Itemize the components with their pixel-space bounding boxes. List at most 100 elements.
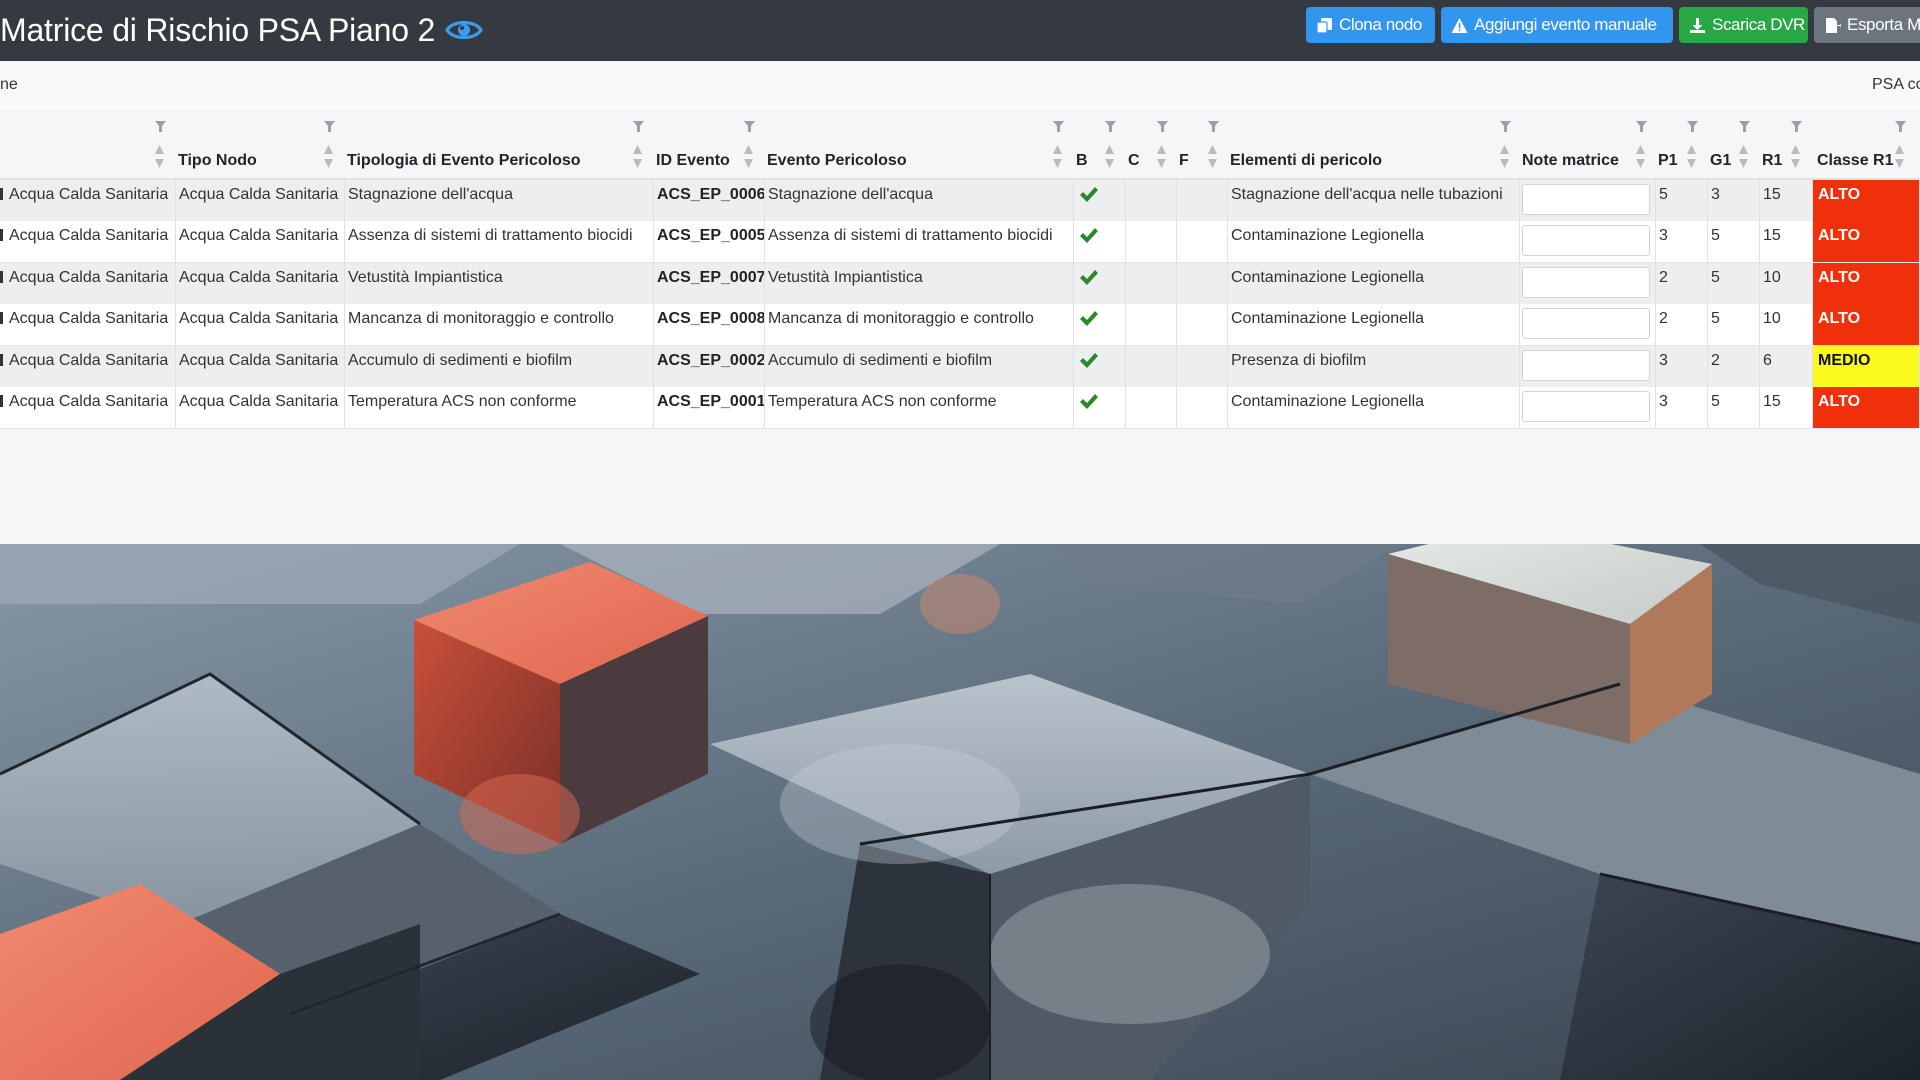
col-p1[interactable]: P1 bbox=[1656, 109, 1708, 178]
cell-f bbox=[1177, 221, 1228, 263]
cell-tipo-nodo: Acqua Calda Sanitaria bbox=[176, 345, 345, 387]
col-c[interactable]: C bbox=[1126, 109, 1177, 178]
note-matrice-input[interactable] bbox=[1522, 184, 1650, 215]
col-tipologia-evento[interactable]: Tipologia di Evento Pericoloso bbox=[345, 109, 654, 178]
cell-note-matrice bbox=[1520, 345, 1656, 387]
cell-text: Acqua Calda Sanitaria bbox=[9, 310, 169, 328]
check-icon bbox=[1080, 394, 1098, 409]
table-row[interactable]: Acqua Calda Sanitaria Acqua Calda Sanitar… bbox=[0, 387, 1920, 429]
filter-icon[interactable] bbox=[1208, 121, 1219, 133]
sort-icon[interactable] bbox=[1738, 143, 1749, 171]
sort-icon[interactable] bbox=[1207, 143, 1218, 171]
filter-icon[interactable] bbox=[155, 121, 166, 133]
risk-matrix-table: Tipo Nodo Tipologia di Evento Pericoloso I… bbox=[0, 109, 1920, 544]
filter-icon[interactable] bbox=[1636, 121, 1647, 133]
sort-icon[interactable] bbox=[632, 143, 643, 171]
cell-id: ACS_EP_0005 bbox=[654, 221, 765, 263]
table-row[interactable]: Acqua Calda Sanitaria Acqua Calda Sanitar… bbox=[0, 221, 1920, 264]
filter-icon[interactable] bbox=[1687, 121, 1698, 133]
sort-icon[interactable] bbox=[154, 143, 165, 171]
filter-icon[interactable] bbox=[744, 121, 755, 133]
row-marker bbox=[0, 395, 3, 407]
filter-icon[interactable] bbox=[1739, 121, 1750, 133]
toolbar-actions: Clona nodo Aggiungi evento manuale Scari… bbox=[1306, 7, 1920, 43]
filter-icon[interactable] bbox=[633, 121, 644, 133]
col-classe-r1[interactable]: Classe R1 bbox=[1813, 109, 1920, 178]
check-icon bbox=[1080, 352, 1098, 368]
col-f[interactable]: F bbox=[1177, 109, 1228, 178]
sort-icon[interactable] bbox=[1499, 143, 1510, 171]
add-manual-event-button[interactable]: Aggiungi evento manuale bbox=[1441, 7, 1673, 43]
sub-header: ne PSA co bbox=[0, 61, 1920, 109]
cell-tipologia: Temperatura ACS non conforme bbox=[345, 387, 654, 428]
cell-note-matrice bbox=[1520, 304, 1656, 346]
cell-c bbox=[1126, 221, 1177, 263]
export-button[interactable]: Esporta M bbox=[1814, 7, 1920, 43]
filter-icon[interactable] bbox=[1157, 121, 1168, 133]
cell-tipo-nodo: Acqua Calda Sanitaria bbox=[176, 180, 345, 221]
sort-icon[interactable] bbox=[323, 143, 334, 171]
col-id-evento[interactable]: ID Evento bbox=[654, 109, 765, 178]
note-matrice-input[interactable] bbox=[1522, 391, 1650, 422]
eye-icon[interactable] bbox=[445, 17, 483, 43]
cell-elementi: Presenza di biofilm bbox=[1228, 345, 1520, 387]
cell-b bbox=[1074, 262, 1126, 304]
column-header-label: Evento Pericoloso bbox=[767, 152, 907, 169]
sort-icon[interactable] bbox=[1686, 143, 1697, 171]
cell-p1: 3 bbox=[1656, 387, 1708, 428]
filter-icon[interactable] bbox=[1791, 121, 1802, 133]
cell-b bbox=[1074, 304, 1126, 346]
note-matrice-input[interactable] bbox=[1522, 349, 1650, 381]
filter-icon[interactable] bbox=[1053, 121, 1064, 133]
cell-r1: 15 bbox=[1760, 180, 1813, 221]
sort-icon[interactable] bbox=[1156, 143, 1167, 171]
risk-class-badge: ALTO bbox=[1813, 180, 1920, 221]
cell-r1: 10 bbox=[1760, 304, 1813, 346]
column-header-label: Classe R1 bbox=[1817, 152, 1894, 169]
col-r1[interactable]: R1 bbox=[1760, 109, 1813, 178]
sort-icon[interactable] bbox=[1052, 143, 1063, 171]
sort-icon[interactable] bbox=[743, 143, 754, 171]
row-marker bbox=[0, 353, 3, 366]
filter-icon[interactable] bbox=[1105, 121, 1116, 133]
cell-elementi: Stagnazione dell'acqua nelle tubazioni bbox=[1228, 180, 1520, 221]
download-dvr-button[interactable]: Scarica DVR bbox=[1679, 7, 1808, 43]
cell-p1: 5 bbox=[1656, 180, 1708, 221]
sort-icon[interactable] bbox=[1104, 143, 1115, 171]
filter-icon[interactable] bbox=[324, 121, 335, 133]
cell-elementi: Contaminazione Legionella bbox=[1228, 387, 1520, 428]
col-note-matrice[interactable]: Note matrice bbox=[1520, 109, 1656, 178]
filter-icon[interactable] bbox=[1500, 121, 1511, 133]
col-b[interactable]: B bbox=[1074, 109, 1126, 178]
col-nodo[interactable] bbox=[0, 109, 176, 178]
note-matrice-input[interactable] bbox=[1522, 266, 1650, 298]
note-matrice-input[interactable] bbox=[1522, 225, 1650, 257]
note-matrice-input[interactable] bbox=[1522, 308, 1650, 340]
cell-b bbox=[1074, 221, 1126, 263]
risk-class-badge: ALTO bbox=[1813, 387, 1920, 428]
column-header-label: Tipo Nodo bbox=[178, 152, 257, 169]
column-header-label: R1 bbox=[1762, 152, 1783, 169]
col-g1[interactable]: G1 bbox=[1708, 109, 1760, 178]
table-row[interactable]: Acqua Calda Sanitaria Acqua Calda Sanitar… bbox=[0, 262, 1920, 305]
clone-node-button[interactable]: Clona nodo bbox=[1306, 7, 1435, 43]
page-title: Matrice di Rischio PSA Piano 2 bbox=[0, 8, 483, 52]
cell-c bbox=[1126, 304, 1177, 346]
col-evento-pericoloso[interactable]: Evento Pericoloso bbox=[765, 109, 1074, 178]
check-icon bbox=[1080, 311, 1098, 327]
table-row[interactable]: Acqua Calda Sanitaria Acqua Calda Sanitar… bbox=[0, 180, 1920, 222]
sort-icon[interactable] bbox=[1894, 143, 1905, 171]
risk-class-badge: ALTO bbox=[1813, 304, 1920, 346]
column-header-label: F bbox=[1179, 152, 1189, 169]
col-elementi-pericolo[interactable]: Elementi di pericolo bbox=[1228, 109, 1520, 178]
col-tipo-nodo[interactable]: Tipo Nodo bbox=[176, 109, 345, 178]
cell-text: Acqua Calda Sanitaria bbox=[9, 393, 169, 410]
row-marker bbox=[0, 188, 3, 200]
cell-g1: 5 bbox=[1708, 262, 1760, 304]
column-header-label: P1 bbox=[1658, 152, 1678, 169]
sort-icon[interactable] bbox=[1635, 143, 1646, 171]
filter-icon[interactable] bbox=[1895, 121, 1906, 133]
sort-icon[interactable] bbox=[1790, 143, 1801, 171]
table-row[interactable]: Acqua Calda Sanitaria Acqua Calda Sanitar… bbox=[0, 304, 1920, 347]
table-row[interactable]: Acqua Calda Sanitaria Acqua Calda Sanitar… bbox=[0, 345, 1920, 388]
